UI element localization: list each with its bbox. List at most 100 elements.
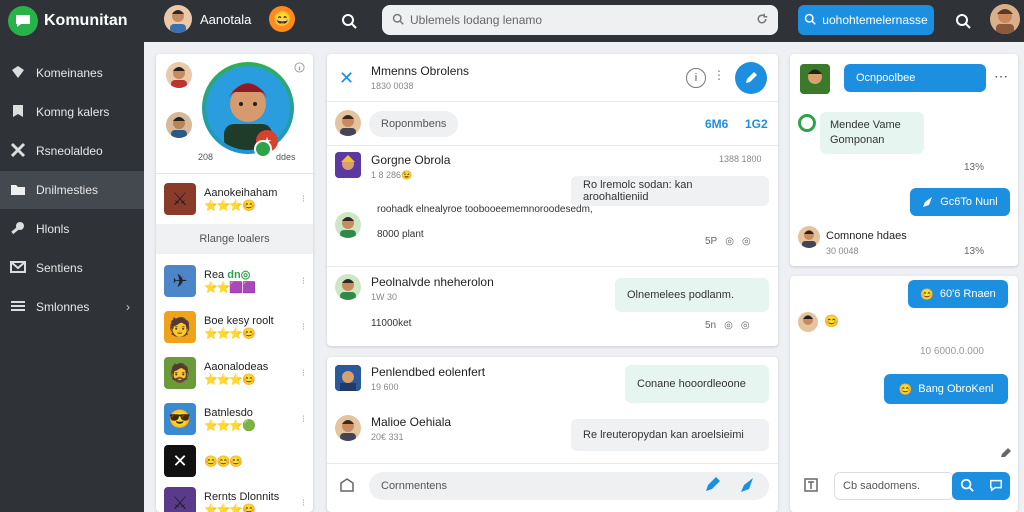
list-item[interactable]: 🧑 Boe kesy roolt ⭐⭐⭐😊 ⁝ <box>156 304 313 350</box>
game-thumbnail: 🧔 <box>164 357 196 389</box>
app-brand[interactable]: Komunitan <box>0 0 144 42</box>
search-icon[interactable] <box>952 10 974 32</box>
more-icon[interactable]: ⁝ <box>302 276 305 287</box>
refresh-icon[interactable] <box>756 13 768 28</box>
divider <box>327 463 778 464</box>
message-bubble: Olnemelees podlanm. <box>615 278 769 312</box>
member-avatar[interactable] <box>335 274 361 300</box>
member-avatar[interactable] <box>335 212 361 238</box>
list-item[interactable]: ⚔ Aanokeihaham ⭐⭐⭐😊 ⁝ <box>156 174 313 224</box>
info-icon[interactable]: i <box>686 68 706 88</box>
member-avatar[interactable] <box>798 312 818 332</box>
cta-label: uohohtemelernasse <box>822 13 928 27</box>
online-status-icon <box>254 140 272 158</box>
member-avatar[interactable] <box>798 226 820 248</box>
hero-label-right: ddes <box>276 152 296 162</box>
thread-header: Gorgne Obrola 1 8 286😉 <box>371 153 450 181</box>
chat-bubble-icon[interactable] <box>989 478 1003 495</box>
sidebar-item-sentiens[interactable]: Sentiens <box>0 249 144 287</box>
search-bar[interactable]: Ublemels lodang lenamo <box>382 5 778 35</box>
search-icon[interactable] <box>338 10 360 32</box>
friend-avatar[interactable] <box>166 112 192 138</box>
message-meta: 5P ◎ ◎ <box>705 236 751 247</box>
list-item[interactable]: ⚔ Rernts Dlonnits ⭐⭐⭐😊 ⁝ <box>156 480 313 512</box>
profile-avatar[interactable] <box>990 4 1020 34</box>
send-icon[interactable] <box>739 476 757 497</box>
emoji-icon: 😊 <box>920 288 934 301</box>
pencil-icon[interactable] <box>1000 446 1012 461</box>
group-avatar[interactable] <box>800 64 830 94</box>
attach-icon[interactable] <box>804 478 818 495</box>
attach-icon[interactable] <box>339 477 355 496</box>
more-icon[interactable]: ⁝ <box>302 194 305 205</box>
filter-pill[interactable]: Roponmbens <box>369 111 459 137</box>
status-line: 10 6000.0.000 <box>920 346 984 357</box>
sidebar-item-label: Komeinanes <box>36 66 103 80</box>
more-icon[interactable]: ⁝ <box>302 322 305 333</box>
list-item[interactable]: 😎 Batnlesdo ⭐⭐⭐🟢 ⁝ <box>156 396 313 442</box>
sidebar-item-smlonnes[interactable]: Smlonnes › <box>0 288 144 326</box>
current-user[interactable]: Aanotala 😄 <box>164 5 296 33</box>
hero-label-left: 208 <box>198 152 214 162</box>
smile-emoji-icon[interactable]: 😄 <box>269 6 296 32</box>
rating-stars: ⭐⭐⭐😊 <box>204 373 256 386</box>
list-item[interactable]: 🧔 Aaonalodeas ⭐⭐⭐😊 ⁝ <box>156 350 313 396</box>
thread-time: 1388 1800 <box>719 154 762 164</box>
sidebar-item-label: Rsneolaldeo <box>36 144 103 158</box>
friend-avatar[interactable] <box>166 62 192 88</box>
search-action-button[interactable]: uohohtemelernasse <box>798 5 934 35</box>
sender-name: Malioe Oehiala <box>371 415 452 429</box>
game-thumbnail: ⚔ <box>164 183 196 215</box>
message-body: roohadk elnealyroe toobooeememnoroodesed… <box>377 204 593 240</box>
sidebar-item-komng-kalers[interactable]: Komng kalers <box>0 93 144 131</box>
header-bubble[interactable]: Ocnpoolbee <box>844 64 986 92</box>
chevron-right-icon: › <box>126 300 130 314</box>
chat-bubble-logo-icon <box>8 6 38 36</box>
search-input[interactable]: Ublemels lodang lenamo <box>410 13 750 27</box>
pen-icon[interactable] <box>703 476 721 497</box>
sidebar-item-dnilmesties[interactable]: Dnilmesties <box>0 171 144 209</box>
more-icon[interactable]: ⁝ <box>302 498 305 509</box>
message-input-placeholder: Cornmentens <box>381 480 448 492</box>
friends-panel: ★ 208 ddes ⚔ Aanokeihaham ⭐⭐⭐😊 ⁝ Rlange … <box>156 54 313 512</box>
game-thumbnail: ✈ <box>164 265 196 297</box>
chat-action-button[interactable]: 😊 60'6 Rnaen <box>908 280 1008 308</box>
chat-action-button[interactable]: 😊 Bang ObroKenl <box>884 374 1008 404</box>
mail-icon <box>10 259 26 278</box>
item-name: Rernts Dlonnits <box>204 490 280 503</box>
send-icon <box>923 197 933 207</box>
message-input[interactable]: Cornmentens <box>369 472 769 500</box>
bookmark-icon <box>10 103 26 122</box>
message-line: roohadk elnealyroe toobooeememnoroodesed… <box>377 204 593 215</box>
message-bubble: Ro lremolc sodan: kan aroohaltieniid <box>571 176 769 206</box>
sidebar-item-label: Smlonnes <box>36 300 90 314</box>
info-icon[interactable] <box>294 62 305 76</box>
sidebar-item-komeinanes[interactable]: Komeinanes <box>0 54 144 92</box>
sidebar-item-rsneolaldeo[interactable]: Rsneolaldeo <box>0 132 144 170</box>
thread-avatar[interactable] <box>335 152 361 178</box>
reply-button[interactable]: Gc6To Nunl <box>910 188 1010 216</box>
gem-icon <box>10 64 26 83</box>
thread-avatar[interactable] <box>335 365 361 391</box>
game-thumbnail: 😎 <box>164 403 196 435</box>
status-ring-icon <box>798 114 816 132</box>
more-options-icon[interactable]: ⋯ <box>994 68 1008 85</box>
list-item[interactable]: ✕ 😊😊😊 <box>156 442 313 480</box>
more-options-icon[interactable]: ⋮ <box>713 68 725 82</box>
edit-button[interactable] <box>735 62 767 94</box>
more-icon[interactable]: ⁝ <box>302 368 305 379</box>
member-avatar[interactable] <box>335 415 361 441</box>
list-item[interactable]: ✈ Rea dn◎ ⭐⭐🟪🟪 ⁝ <box>156 258 313 304</box>
member-avatar[interactable] <box>335 110 361 136</box>
sender-name: Peolnalvde nheherolon <box>371 275 494 289</box>
search-icon[interactable] <box>960 478 974 495</box>
user-line: Comnone hdaes 30 0048 <box>826 230 907 256</box>
rating-stars: ⭐⭐⭐😊 <box>204 503 256 512</box>
rating-stars: 😊😊😊 <box>204 455 243 468</box>
quick-message-input[interactable]: Cb saodomens. <box>834 472 954 500</box>
sidebar-item-hlonls[interactable]: Hlonls <box>0 210 144 248</box>
featured-profile[interactable]: ★ 208 ddes <box>156 54 313 174</box>
more-icon[interactable]: ⁝ <box>302 414 305 425</box>
sidebar-item-label: Sentiens <box>36 261 83 275</box>
close-icon[interactable]: ✕ <box>339 68 354 89</box>
